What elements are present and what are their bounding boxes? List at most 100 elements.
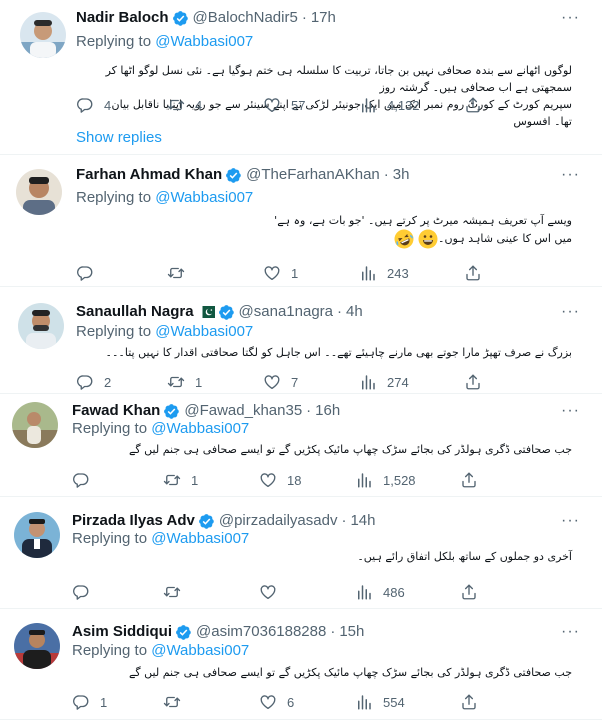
likes-count: 7	[291, 374, 299, 390]
avatar[interactable]	[16, 169, 62, 215]
separator-dot: ·	[341, 512, 347, 529]
timestamp[interactable]: 17h	[311, 8, 336, 28]
like-button[interactable]: 6	[259, 692, 294, 712]
user-handle[interactable]: @BalochNadir5	[193, 8, 298, 28]
reply-button[interactable]: 2	[76, 372, 111, 392]
avatar[interactable]	[20, 12, 66, 58]
retweet-button[interactable]: 1	[163, 470, 198, 490]
share-icon	[460, 693, 478, 711]
display-name[interactable]: Asim Siddiqui	[72, 622, 172, 642]
verified-badge-icon[interactable]	[198, 513, 215, 530]
views-icon	[355, 693, 373, 711]
user-handle[interactable]: @TheFarhanAKhan	[246, 165, 380, 185]
reply-button[interactable]: 4	[76, 95, 111, 115]
retweet-icon	[163, 693, 181, 711]
avatar[interactable]	[12, 402, 58, 448]
display-name[interactable]: Fawad Khan	[72, 401, 160, 421]
tweet-actions: 4 4 57 4,132	[76, 95, 596, 115]
like-icon	[263, 96, 281, 114]
like-button[interactable]	[259, 582, 287, 602]
avatar[interactable]	[18, 303, 64, 349]
retweet-button[interactable]: 1	[167, 372, 202, 392]
avatar[interactable]	[14, 623, 60, 669]
verified-badge-icon[interactable]	[172, 10, 189, 27]
user-handle[interactable]: @Fawad_khan35	[184, 401, 302, 421]
share-button[interactable]	[460, 692, 478, 712]
views-count: 1,528	[383, 472, 416, 488]
views-icon	[355, 471, 373, 489]
share-button[interactable]	[460, 582, 478, 602]
reply-button[interactable]: 1	[72, 692, 107, 712]
verified-badge-icon[interactable]	[225, 167, 242, 184]
like-button[interactable]: 57	[263, 95, 305, 115]
like-button[interactable]: 1	[263, 263, 298, 283]
retweet-icon	[163, 471, 181, 489]
share-button[interactable]	[464, 372, 482, 392]
tweet[interactable]: Pirzada Ilyas Adv @pirzadailyasadv · 14h ···…	[0, 497, 602, 609]
verified-badge-icon[interactable]	[175, 624, 192, 641]
like-button[interactable]: 7	[263, 372, 298, 392]
views-button[interactable]: 486	[355, 582, 405, 602]
display-name[interactable]: Sanaullah Nagra	[76, 302, 194, 322]
replying-to-handle-link[interactable]: @Wabbasi007	[151, 420, 249, 437]
share-button[interactable]	[464, 95, 482, 115]
user-handle[interactable]: @pirzadailyasadv	[219, 511, 338, 531]
replying-to-label: Replying to	[72, 530, 148, 547]
replying-to-handle-link[interactable]: @Wabbasi007	[151, 530, 249, 547]
reply-button[interactable]	[76, 263, 104, 283]
replying-to-handle-link[interactable]: @Wabbasi007	[155, 33, 253, 50]
separator-dot: ·	[337, 303, 343, 320]
timestamp[interactable]: 16h	[315, 401, 340, 421]
tweet[interactable]: Farhan Ahmad Khan @TheFarhanAKhan · 3h ··· Re…	[0, 155, 602, 287]
replying-to: Replying to @Wabbasi007	[72, 641, 249, 661]
views-button[interactable]: 4,132	[359, 95, 420, 115]
views-button[interactable]: 554	[355, 692, 405, 712]
separator-dot: ·	[383, 166, 389, 183]
tweet[interactable]: Sanaullah Nagra @sana1nagra · 4h ··· Replying…	[0, 287, 602, 394]
retweet-button[interactable]: 4	[167, 95, 202, 115]
replying-to-handle-link[interactable]: @Wabbasi007	[155, 189, 253, 206]
tweet-text-line: جب صحافتی ڈگری ہولڈر کی بجائے سڑک چھاپ م…	[128, 666, 572, 679]
user-handle[interactable]: @asim7036188288	[196, 622, 326, 642]
display-name[interactable]: Pirzada Ilyas Adv	[72, 511, 195, 531]
views-button[interactable]: 274	[359, 372, 409, 392]
timestamp[interactable]: 4h	[346, 302, 363, 322]
like-button[interactable]: 18	[259, 470, 301, 490]
retweet-button[interactable]	[163, 692, 191, 712]
tweet[interactable]: Asim Siddiqui @asim7036188288 · 15h ··· Reply…	[0, 609, 602, 720]
views-button[interactable]: 1,528	[355, 470, 416, 490]
avatar[interactable]	[14, 512, 60, 558]
share-icon	[464, 96, 482, 114]
replying-to: Replying to @Wabbasi007	[72, 419, 249, 439]
retweet-button[interactable]	[167, 263, 195, 283]
more-icon[interactable]: ···	[561, 624, 580, 640]
share-button[interactable]	[460, 470, 478, 490]
verified-badge-icon[interactable]	[163, 403, 180, 420]
reply-button[interactable]	[72, 582, 100, 602]
more-icon[interactable]: ···	[561, 10, 580, 26]
retweet-button[interactable]	[163, 582, 191, 602]
timestamp[interactable]: 3h	[393, 165, 410, 185]
timestamp[interactable]: 15h	[339, 622, 364, 642]
like-icon	[259, 471, 277, 489]
show-replies-link[interactable]: Show replies	[76, 128, 162, 148]
display-name[interactable]: Nadir Baloch	[76, 8, 169, 28]
tweet-text-line: لوگوں اٹھانے سے بندہ صحافی نہیں بن جاتا،…	[105, 64, 572, 94]
reply-icon	[72, 693, 90, 711]
views-button[interactable]: 243	[359, 263, 409, 283]
reply-button[interactable]	[72, 470, 100, 490]
more-icon[interactable]: ···	[561, 167, 580, 183]
timestamp[interactable]: 14h	[350, 511, 375, 531]
more-icon[interactable]: ···	[561, 403, 580, 419]
display-name[interactable]: Farhan Ahmad Khan	[76, 165, 222, 185]
share-button[interactable]	[464, 263, 482, 283]
tweet[interactable]: Fawad Khan @Fawad_khan35 · 16h ··· Replying t…	[0, 394, 602, 497]
replying-to-handle-link[interactable]: @Wabbasi007	[151, 642, 249, 659]
verified-badge-icon[interactable]	[218, 304, 235, 321]
rolling-laughing-face-emoji-icon	[394, 229, 414, 249]
replying-to-handle-link[interactable]: @Wabbasi007	[155, 323, 253, 340]
user-handle[interactable]: @sana1nagra	[239, 302, 333, 322]
reply-icon	[76, 96, 94, 114]
more-icon[interactable]: ···	[561, 513, 580, 529]
more-icon[interactable]: ···	[561, 304, 580, 320]
